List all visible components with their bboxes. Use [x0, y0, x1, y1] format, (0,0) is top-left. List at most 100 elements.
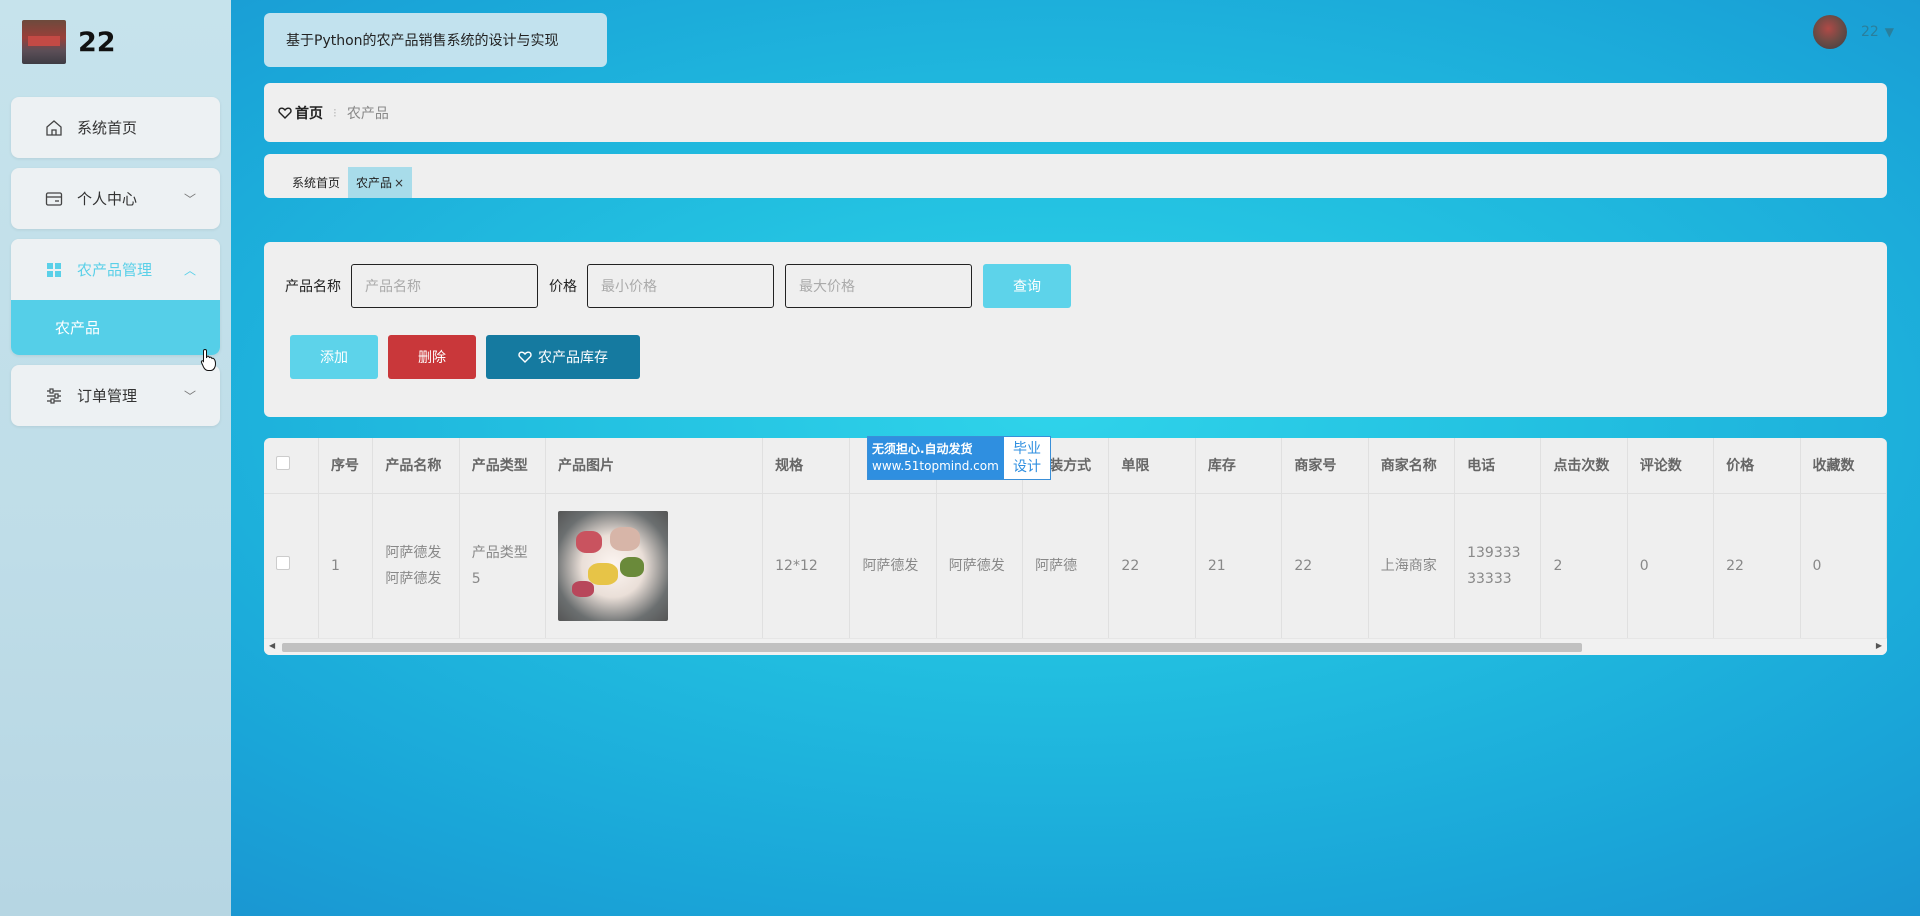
- table-cell: 阿萨德发阿萨德发: [372, 493, 460, 640]
- sidebar-subitem-products[interactable]: 农产品: [11, 300, 220, 355]
- table-cell: 22: [1713, 493, 1801, 640]
- brand: 22: [22, 20, 116, 64]
- watermark-line1: 无须担心.自动发货: [872, 442, 973, 456]
- column-header[interactable]: 库存: [1195, 438, 1283, 494]
- scroll-right-arrow-icon[interactable]: ▶: [1876, 641, 1882, 650]
- column-header[interactable]: 电话: [1454, 438, 1542, 494]
- chevron-up-icon: ︿: [183, 263, 196, 277]
- sidebar-menu: 系统首页 个人中心 ﹀ 农产品管理 ︿ 农产品 订单管理 ﹀: [11, 97, 220, 436]
- table-cell: 12*12: [762, 493, 851, 640]
- wallet-icon: [45, 190, 63, 208]
- table-row[interactable]: 1 阿萨德发阿萨德发 产品类型5 12*12 阿萨德发 阿萨德发 阿萨德 22: [264, 493, 1887, 640]
- select-all-cell: [264, 438, 319, 494]
- delete-button[interactable]: 删除: [388, 335, 476, 379]
- column-header[interactable]: 商家号: [1281, 438, 1369, 494]
- row-checkbox[interactable]: [276, 556, 290, 570]
- scrollbar-thumb[interactable]: [282, 643, 1582, 652]
- page-title: 基于Python的农产品销售系统的设计与实现: [264, 13, 607, 67]
- table-cell: 2: [1540, 493, 1628, 640]
- table-header-row: 序号 产品名称 产品类型 产品图片 规格 包装方式 单限 库存 商家号 商家名称…: [264, 438, 1887, 494]
- sidebar-item-profile[interactable]: 个人中心 ﹀: [11, 168, 220, 229]
- chevron-down-icon: ﹀: [183, 192, 196, 206]
- column-header[interactable]: 单限: [1108, 438, 1196, 494]
- table-cell: 1: [318, 493, 374, 640]
- sidebar-item-home[interactable]: 系统首页: [11, 97, 220, 158]
- min-price-input[interactable]: 最小价格: [587, 264, 774, 308]
- product-name-input[interactable]: 产品名称: [351, 264, 538, 308]
- table-cell: 13933333333: [1454, 493, 1542, 640]
- sidebar-item-label: 农产品管理: [77, 261, 153, 279]
- home-icon: [45, 119, 63, 137]
- column-header[interactable]: 产品图片: [545, 438, 764, 494]
- tag-home[interactable]: 系统首页: [284, 167, 348, 198]
- column-header[interactable]: 产品类型: [459, 438, 547, 494]
- table-cell: 阿萨德发: [936, 493, 1024, 640]
- scroll-left-arrow-icon[interactable]: ◀: [269, 641, 275, 650]
- breadcrumb-separator: ⁝: [333, 105, 337, 120]
- breadcrumb-home-label: 首页: [295, 105, 323, 122]
- row-select-cell: [264, 493, 319, 640]
- table-cell: 阿萨德: [1022, 493, 1110, 640]
- product-image: [558, 511, 669, 621]
- tags-bar: 系统首页 农产品 ×: [264, 154, 1887, 198]
- column-header[interactable]: 评论数: [1627, 438, 1715, 494]
- max-price-input[interactable]: 最大价格: [785, 264, 972, 308]
- data-table: 序号 产品名称 产品类型 产品图片 规格 包装方式 单限 库存 商家号 商家名称…: [264, 438, 1887, 640]
- column-header[interactable]: 收藏数: [1800, 438, 1887, 494]
- column-header[interactable]: 产品名称: [372, 438, 460, 494]
- add-button[interactable]: 添加: [290, 335, 378, 379]
- product-name-label: 产品名称: [285, 279, 341, 295]
- data-table-panel: 序号 产品名称 产品类型 产品图片 规格 包装方式 单限 库存 商家号 商家名称…: [264, 438, 1887, 655]
- watermark-right1: 毕业: [1013, 441, 1041, 457]
- grid-icon: [45, 261, 63, 279]
- sidebar: 22 系统首页 个人中心 ﹀ 农产品管理 ︿ 农产品 订单管理 ﹀: [0, 0, 231, 916]
- inventory-button-label: 农产品库存: [538, 350, 608, 366]
- breadcrumb: 首页 ⁝ 农产品: [264, 83, 1887, 142]
- tag-products[interactable]: 农产品 ×: [348, 167, 413, 198]
- avatar[interactable]: [1812, 15, 1847, 49]
- table-cell: 22: [1281, 493, 1369, 640]
- heart-icon: [518, 351, 532, 363]
- watermark-right2: 设计: [1013, 459, 1041, 475]
- sidebar-item-orders[interactable]: 订单管理 ﹀: [11, 365, 220, 426]
- table-cell: 阿萨德发: [849, 493, 937, 640]
- table-cell-image: [545, 493, 764, 640]
- table-cell: 产品类型5: [459, 493, 547, 640]
- tag-label: 农产品: [356, 176, 393, 190]
- watermark-badge: 无须担心.自动发货 www.51topmind.com 毕业 设计: [867, 436, 1051, 480]
- close-icon[interactable]: ×: [394, 176, 404, 190]
- heart-icon: [278, 106, 292, 119]
- column-header[interactable]: 规格: [762, 438, 851, 494]
- hand-cursor-icon: [200, 348, 218, 376]
- table-cell: 上海商家: [1368, 493, 1456, 640]
- table-cell: 0: [1800, 493, 1887, 640]
- table-cell: 21: [1195, 493, 1283, 640]
- breadcrumb-current: 农产品: [346, 105, 389, 122]
- user-name[interactable]: 22: [1861, 24, 1879, 40]
- search-panel: 产品名称 产品名称 价格 最小价格 最大价格 查询 添加 删除 农产品库存: [264, 242, 1887, 417]
- column-header[interactable]: 点击次数: [1540, 438, 1628, 494]
- watermark-line2: www.51topmind.com: [872, 459, 999, 473]
- brand-logo: [22, 20, 66, 64]
- column-header[interactable]: 序号: [318, 438, 374, 494]
- sidebar-item-products[interactable]: 农产品管理 ︿: [11, 239, 220, 300]
- price-label: 价格: [549, 279, 577, 295]
- user-menu[interactable]: 22 ▼: [1812, 15, 1894, 49]
- breadcrumb-home[interactable]: 首页: [278, 103, 323, 123]
- brand-name: 22: [78, 26, 116, 58]
- inventory-button[interactable]: 农产品库存: [486, 335, 640, 379]
- sidebar-item-label: 个人中心: [77, 190, 138, 208]
- select-all-checkbox[interactable]: [276, 456, 290, 471]
- table-cell: 0: [1627, 493, 1715, 640]
- sidebar-group-products: 农产品管理 ︿ 农产品: [11, 239, 220, 355]
- sliders-icon: [45, 387, 63, 405]
- sidebar-item-label: 订单管理: [77, 387, 138, 405]
- query-button[interactable]: 查询: [983, 264, 1071, 308]
- chevron-down-icon: ﹀: [183, 389, 196, 403]
- column-header[interactable]: 价格: [1713, 438, 1801, 494]
- table-cell: 22: [1108, 493, 1196, 640]
- sidebar-item-label: 系统首页: [77, 119, 138, 137]
- caret-down-icon[interactable]: ▼: [1885, 25, 1894, 39]
- horizontal-scrollbar[interactable]: ◀ ▶: [264, 638, 1887, 655]
- column-header[interactable]: 商家名称: [1368, 438, 1456, 494]
